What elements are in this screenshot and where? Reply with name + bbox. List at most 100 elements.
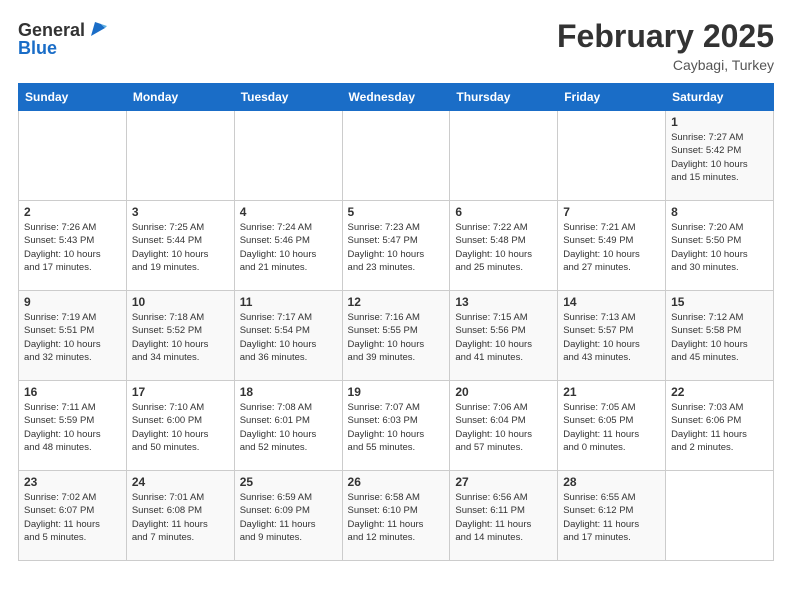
day-cell [342,111,450,201]
logo-icon [87,18,109,40]
logo: General Blue [18,18,109,59]
week-row-1: 1 Sunrise: 7:27 AMSunset: 5:42 PMDaylight… [19,111,774,201]
location: Caybagi, Turkey [557,57,774,73]
day-info: Sunrise: 7:18 AMSunset: 5:52 PMDaylight:… [132,311,229,364]
day-cell: 1 Sunrise: 7:27 AMSunset: 5:42 PMDaylight… [666,111,774,201]
day-cell: 26Sunrise: 6:58 AMSunset: 6:10 PMDayligh… [342,471,450,561]
day-info: Sunrise: 7:08 AMSunset: 6:01 PMDaylight:… [240,401,337,454]
day-number: 19 [348,385,445,399]
col-header-monday: Monday [126,84,234,111]
calendar-header-row: SundayMondayTuesdayWednesdayThursdayFrid… [19,84,774,111]
day-info: Sunrise: 7:25 AMSunset: 5:44 PMDaylight:… [132,221,229,274]
day-number: 8 [671,205,768,219]
day-number: 14 [563,295,660,309]
col-header-thursday: Thursday [450,84,558,111]
day-number: 10 [132,295,229,309]
day-info: Sunrise: 7:16 AMSunset: 5:55 PMDaylight:… [348,311,445,364]
day-cell: 27 Sunrise: 6:56 AMSunset: 6:11 PMDayligh… [450,471,558,561]
day-info: Sunrise: 7:22 AMSunset: 5:48 PMDaylight:… [455,221,552,274]
day-cell: 10 Sunrise: 7:18 AMSunset: 5:52 PMDayligh… [126,291,234,381]
month-title: February 2025 [557,18,774,55]
day-number: 15 [671,295,768,309]
day-cell [666,471,774,561]
day-number: 28 [563,475,660,489]
day-cell: 20Sunrise: 7:06 AMSunset: 6:04 PMDayligh… [450,381,558,471]
day-info: Sunrise: 7:15 AMSunset: 5:56 PMDaylight:… [455,311,552,364]
day-info: Sunrise: 7:11 AMSunset: 5:59 PMDaylight:… [24,401,121,454]
day-info: Sunrise: 7:20 AMSunset: 5:50 PMDaylight:… [671,221,768,274]
day-cell: 7 Sunrise: 7:21 AMSunset: 5:49 PMDaylight… [558,201,666,291]
week-row-5: 23 Sunrise: 7:02 AMSunset: 6:07 PMDayligh… [19,471,774,561]
day-number: 7 [563,205,660,219]
day-number: 1 [671,115,768,129]
day-number: 26 [348,475,445,489]
day-number: 3 [132,205,229,219]
week-row-3: 9 Sunrise: 7:19 AMSunset: 5:51 PMDaylight… [19,291,774,381]
col-header-friday: Friday [558,84,666,111]
day-info: Sunrise: 7:21 AMSunset: 5:49 PMDaylight:… [563,221,660,274]
day-info: Sunrise: 7:05 AMSunset: 6:05 PMDaylight:… [563,401,660,454]
day-info: Sunrise: 7:12 AMSunset: 5:58 PMDaylight:… [671,311,768,364]
day-cell: 23 Sunrise: 7:02 AMSunset: 6:07 PMDayligh… [19,471,127,561]
day-cell: 16Sunrise: 7:11 AMSunset: 5:59 PMDayligh… [19,381,127,471]
day-info: Sunrise: 7:01 AMSunset: 6:08 PMDaylight:… [132,491,229,544]
day-cell: 9 Sunrise: 7:19 AMSunset: 5:51 PMDaylight… [19,291,127,381]
day-info: Sunrise: 7:13 AMSunset: 5:57 PMDaylight:… [563,311,660,364]
day-number: 21 [563,385,660,399]
day-info: Sunrise: 6:56 AMSunset: 6:11 PMDaylight:… [455,491,552,544]
day-number: 20 [455,385,552,399]
header: General Blue February 2025 Caybagi, Turk… [18,18,774,73]
col-header-wednesday: Wednesday [342,84,450,111]
col-header-saturday: Saturday [666,84,774,111]
day-cell: 5 Sunrise: 7:23 AMSunset: 5:47 PMDaylight… [342,201,450,291]
day-cell: 11Sunrise: 7:17 AMSunset: 5:54 PMDayligh… [234,291,342,381]
day-number: 23 [24,475,121,489]
day-cell [450,111,558,201]
day-number: 27 [455,475,552,489]
day-cell: 8 Sunrise: 7:20 AMSunset: 5:50 PMDaylight… [666,201,774,291]
day-cell: 2 Sunrise: 7:26 AMSunset: 5:43 PMDaylight… [19,201,127,291]
logo-blue: Blue [18,38,109,59]
day-number: 5 [348,205,445,219]
day-number: 25 [240,475,337,489]
day-info: Sunrise: 6:59 AMSunset: 6:09 PMDaylight:… [240,491,337,544]
day-cell: 15 Sunrise: 7:12 AMSunset: 5:58 PMDayligh… [666,291,774,381]
day-number: 17 [132,385,229,399]
day-cell: 24 Sunrise: 7:01 AMSunset: 6:08 PMDayligh… [126,471,234,561]
day-number: 13 [455,295,552,309]
day-info: Sunrise: 7:26 AMSunset: 5:43 PMDaylight:… [24,221,121,274]
day-cell: 28 Sunrise: 6:55 AMSunset: 6:12 PMDayligh… [558,471,666,561]
day-number: 4 [240,205,337,219]
day-number: 18 [240,385,337,399]
day-cell: 3 Sunrise: 7:25 AMSunset: 5:44 PMDaylight… [126,201,234,291]
week-row-2: 2 Sunrise: 7:26 AMSunset: 5:43 PMDaylight… [19,201,774,291]
day-cell: 4 Sunrise: 7:24 AMSunset: 5:46 PMDaylight… [234,201,342,291]
day-cell: 14 Sunrise: 7:13 AMSunset: 5:57 PMDayligh… [558,291,666,381]
week-row-4: 16Sunrise: 7:11 AMSunset: 5:59 PMDayligh… [19,381,774,471]
day-number: 12 [348,295,445,309]
day-info: Sunrise: 6:55 AMSunset: 6:12 PMDaylight:… [563,491,660,544]
day-cell: 13 Sunrise: 7:15 AMSunset: 5:56 PMDayligh… [450,291,558,381]
day-number: 24 [132,475,229,489]
day-number: 6 [455,205,552,219]
page: General Blue February 2025 Caybagi, Turk… [0,0,792,579]
day-cell [558,111,666,201]
day-cell: 12 Sunrise: 7:16 AMSunset: 5:55 PMDayligh… [342,291,450,381]
day-number: 2 [24,205,121,219]
day-cell: 19Sunrise: 7:07 AMSunset: 6:03 PMDayligh… [342,381,450,471]
day-info: Sunrise: 7:27 AMSunset: 5:42 PMDaylight:… [671,131,768,184]
day-cell: 6 Sunrise: 7:22 AMSunset: 5:48 PMDaylight… [450,201,558,291]
day-info: Sunrise: 7:19 AMSunset: 5:51 PMDaylight:… [24,311,121,364]
title-block: February 2025 Caybagi, Turkey [557,18,774,73]
day-info: Sunrise: 7:17 AMSunset: 5:54 PMDaylight:… [240,311,337,364]
day-cell [234,111,342,201]
day-info: Sunrise: 7:02 AMSunset: 6:07 PMDaylight:… [24,491,121,544]
day-cell [126,111,234,201]
calendar: SundayMondayTuesdayWednesdayThursdayFrid… [18,83,774,561]
day-info: Sunrise: 7:24 AMSunset: 5:46 PMDaylight:… [240,221,337,274]
day-number: 9 [24,295,121,309]
day-cell [19,111,127,201]
col-header-tuesday: Tuesday [234,84,342,111]
day-info: Sunrise: 7:23 AMSunset: 5:47 PMDaylight:… [348,221,445,274]
day-number: 22 [671,385,768,399]
